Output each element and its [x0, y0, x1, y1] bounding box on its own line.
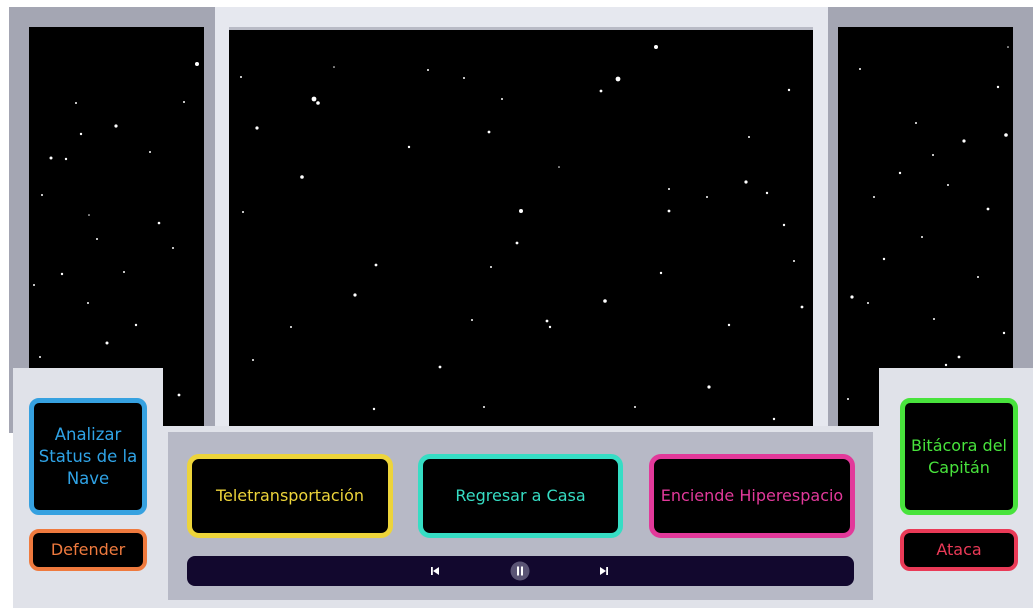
analyze-ship-status-button[interactable]: Analizar Status de la Nave: [29, 398, 147, 515]
return-home-button[interactable]: Regresar a Casa: [418, 454, 623, 538]
defend-button[interactable]: Defender: [29, 529, 147, 571]
audio-player: [187, 556, 854, 586]
space-window-center: [229, 27, 813, 433]
skip-forward-icon[interactable]: [596, 556, 612, 586]
analyze-ship-status-label: Analizar Status de la Nave: [38, 424, 138, 488]
skip-back-icon[interactable]: [427, 556, 443, 586]
captains-log-button[interactable]: Bitácora del Capitán: [900, 398, 1018, 515]
teleport-label: Teletransportación: [215, 486, 365, 505]
teleport-button[interactable]: Teletransportación: [187, 454, 393, 538]
hyperspace-button[interactable]: Enciende Hiperespacio: [649, 454, 855, 538]
attack-label: Ataca: [936, 540, 982, 559]
captains-log-label: Bitácora del Capitán: [911, 435, 1007, 477]
pause-icon[interactable]: [509, 556, 531, 586]
hyperspace-label: Enciende Hiperespacio: [660, 486, 844, 505]
return-home-label: Regresar a Casa: [455, 486, 586, 505]
attack-button[interactable]: Ataca: [900, 529, 1018, 571]
starfield-center: [240, 45, 804, 421]
defend-label: Defender: [50, 540, 126, 559]
